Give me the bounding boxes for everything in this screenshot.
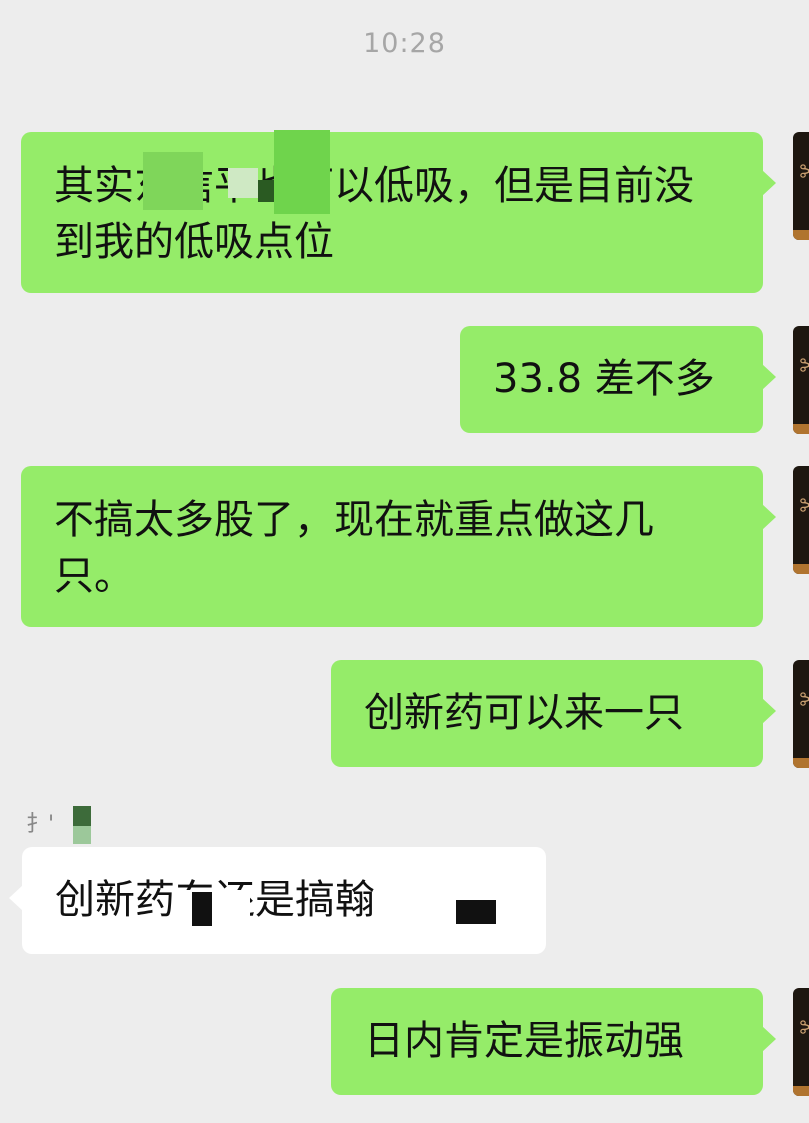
scissors-avatar-icon: ✂: [799, 158, 809, 188]
avatar[interactable]: ✂: [793, 988, 809, 1096]
redaction-mosaic: [143, 152, 203, 210]
message-bubble-self[interactable]: 33.8 差不多: [460, 326, 776, 433]
chat-timestamp: 10:28: [363, 28, 446, 59]
avatar[interactable]: ✂: [793, 660, 809, 768]
message-text: 创新药可以来一只: [364, 690, 684, 736]
message-text: 33.8 差不多: [493, 356, 715, 402]
redaction-mosaic: [174, 890, 250, 926]
scissors-avatar-icon: ✂: [799, 352, 809, 382]
scissors-avatar-icon: ✂: [799, 492, 809, 522]
scissors-avatar-icon: ✂: [799, 686, 809, 716]
avatar[interactable]: ✂: [793, 132, 809, 240]
scissors-avatar-icon: ✂: [799, 1014, 809, 1044]
avatar[interactable]: ✂: [793, 466, 809, 574]
redaction-mosaic: [73, 826, 91, 844]
redaction-mosaic: [274, 130, 330, 214]
message-text: 日内肯定是振动强: [364, 1018, 684, 1064]
redaction-mosaic: [456, 900, 496, 924]
message-bubble-self[interactable]: 其实东信平也可以低吸，但是目前没到我的低吸点位: [21, 132, 776, 293]
message-bubble-self[interactable]: 不搞太多股了，现在就重点做这几只。: [21, 466, 776, 627]
avatar[interactable]: ✂: [793, 326, 809, 434]
message-bubble-self[interactable]: 日内肯定是振动强: [331, 988, 776, 1095]
redaction-mosaic: [228, 168, 258, 198]
redaction-mosaic: [73, 806, 91, 826]
redaction-mosaic: [192, 892, 212, 926]
sender-name: 扌': [26, 812, 55, 837]
message-text: 不搞太多股了，现在就重点做这几只。: [54, 497, 654, 599]
message-bubble-self[interactable]: 创新药可以来一只: [331, 660, 776, 767]
